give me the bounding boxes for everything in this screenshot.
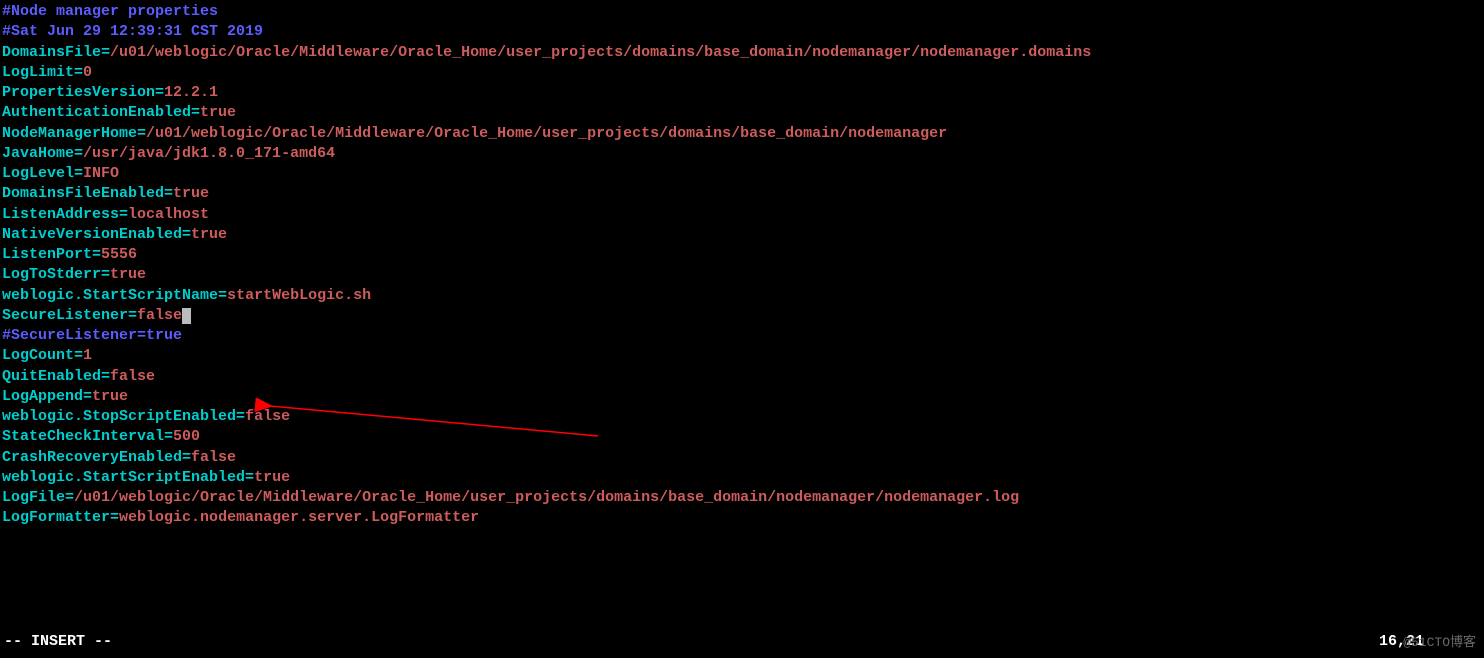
prop-key: LogCount — [2, 347, 74, 364]
config-line: DomainsFileEnabled=true — [2, 184, 1482, 204]
config-line: JavaHome=/usr/java/jdk1.8.0_171-amd64 — [2, 144, 1482, 164]
prop-key: PropertiesVersion — [2, 84, 155, 101]
prop-val: 0 — [83, 64, 92, 81]
config-line: DomainsFile=/u01/weblogic/Oracle/Middlew… — [2, 43, 1482, 63]
config-line: PropertiesVersion=12.2.1 — [2, 83, 1482, 103]
config-line: weblogic.StopScriptEnabled=false — [2, 407, 1482, 427]
prop-val: true — [110, 266, 146, 283]
prop-val: 5556 — [101, 246, 137, 263]
cursor-icon — [182, 308, 191, 324]
prop-val: 1 — [83, 347, 92, 364]
prop-key: weblogic.StartScriptName — [2, 287, 218, 304]
watermark-text: @51CTO博客 — [1403, 634, 1476, 652]
prop-val: false — [191, 449, 236, 466]
prop-key: QuitEnabled — [2, 368, 101, 385]
config-line: LogToStderr=true — [2, 265, 1482, 285]
terminal-editor[interactable]: #Node manager properties #Sat Jun 29 12:… — [2, 2, 1482, 529]
config-line: LogFormatter=weblogic.nodemanager.server… — [2, 508, 1482, 528]
prop-key: DomainsFile — [2, 44, 101, 61]
config-line: weblogic.StartScriptEnabled=true — [2, 468, 1482, 488]
prop-val: /u01/weblogic/Oracle/Middleware/Oracle_H… — [110, 44, 1091, 61]
prop-val: /u01/weblogic/Oracle/Middleware/Oracle_H… — [74, 489, 1019, 506]
prop-val: 500 — [173, 428, 200, 445]
prop-val: /u01/weblogic/Oracle/Middleware/Oracle_H… — [146, 125, 947, 142]
config-line: LogAppend=true — [2, 387, 1482, 407]
config-line: StateCheckInterval=500 — [2, 427, 1482, 447]
prop-val: false — [137, 307, 182, 324]
config-line: LogLimit=0 — [2, 63, 1482, 83]
prop-val: startWebLogic.sh — [227, 287, 371, 304]
prop-key: LogFile — [2, 489, 65, 506]
config-line: CrashRecoveryEnabled=false — [2, 448, 1482, 468]
prop-key: ListenPort — [2, 246, 92, 263]
prop-val: true — [92, 388, 128, 405]
prop-key: JavaHome — [2, 145, 74, 162]
prop-key: weblogic.StartScriptEnabled — [2, 469, 245, 486]
prop-key: LogFormatter — [2, 509, 110, 526]
prop-key: LogToStderr — [2, 266, 101, 283]
prop-val: true — [191, 226, 227, 243]
prop-key: weblogic.StopScriptEnabled — [2, 408, 236, 425]
prop-key: DomainsFileEnabled — [2, 185, 164, 202]
prop-key: ListenAddress — [2, 206, 119, 223]
config-line: LogCount=1 — [2, 346, 1482, 366]
config-comment: #SecureListener=true — [2, 326, 1482, 346]
prop-key: LogLimit — [2, 64, 74, 81]
prop-key: NativeVersionEnabled — [2, 226, 182, 243]
config-line: NodeManagerHome=/u01/weblogic/Oracle/Mid… — [2, 124, 1482, 144]
prop-key: LogLevel — [2, 165, 74, 182]
prop-val: false — [110, 368, 155, 385]
config-line: ListenAddress=localhost — [2, 205, 1482, 225]
prop-val: INFO — [83, 165, 119, 182]
config-comment: #Node manager properties — [2, 2, 1482, 22]
prop-val: localhost — [128, 206, 209, 223]
prop-key: LogAppend — [2, 388, 83, 405]
prop-val: true — [254, 469, 290, 486]
config-line: LogLevel=INFO — [2, 164, 1482, 184]
config-line: ListenPort=5556 — [2, 245, 1482, 265]
editor-mode-status: -- INSERT -- — [4, 632, 112, 652]
prop-val: true — [200, 104, 236, 121]
prop-key: CrashRecoveryEnabled — [2, 449, 182, 466]
prop-key: NodeManagerHome — [2, 125, 137, 142]
config-line: weblogic.StartScriptName=startWebLogic.s… — [2, 286, 1482, 306]
config-line: QuitEnabled=false — [2, 367, 1482, 387]
prop-key: SecureListener — [2, 307, 128, 324]
config-line: SecureListener=false — [2, 306, 1482, 326]
prop-key: StateCheckInterval — [2, 428, 164, 445]
prop-val: /usr/java/jdk1.8.0_171-amd64 — [83, 145, 335, 162]
prop-key: AuthenticationEnabled — [2, 104, 191, 121]
prop-val: weblogic.nodemanager.server.LogFormatter — [119, 509, 479, 526]
config-line: NativeVersionEnabled=true — [2, 225, 1482, 245]
prop-val: false — [245, 408, 290, 425]
prop-val: 12.2.1 — [164, 84, 218, 101]
prop-val: true — [173, 185, 209, 202]
config-comment-date: #Sat Jun 29 12:39:31 CST 2019 — [2, 22, 1482, 42]
config-line: LogFile=/u01/weblogic/Oracle/Middleware/… — [2, 488, 1482, 508]
config-line: AuthenticationEnabled=true — [2, 103, 1482, 123]
